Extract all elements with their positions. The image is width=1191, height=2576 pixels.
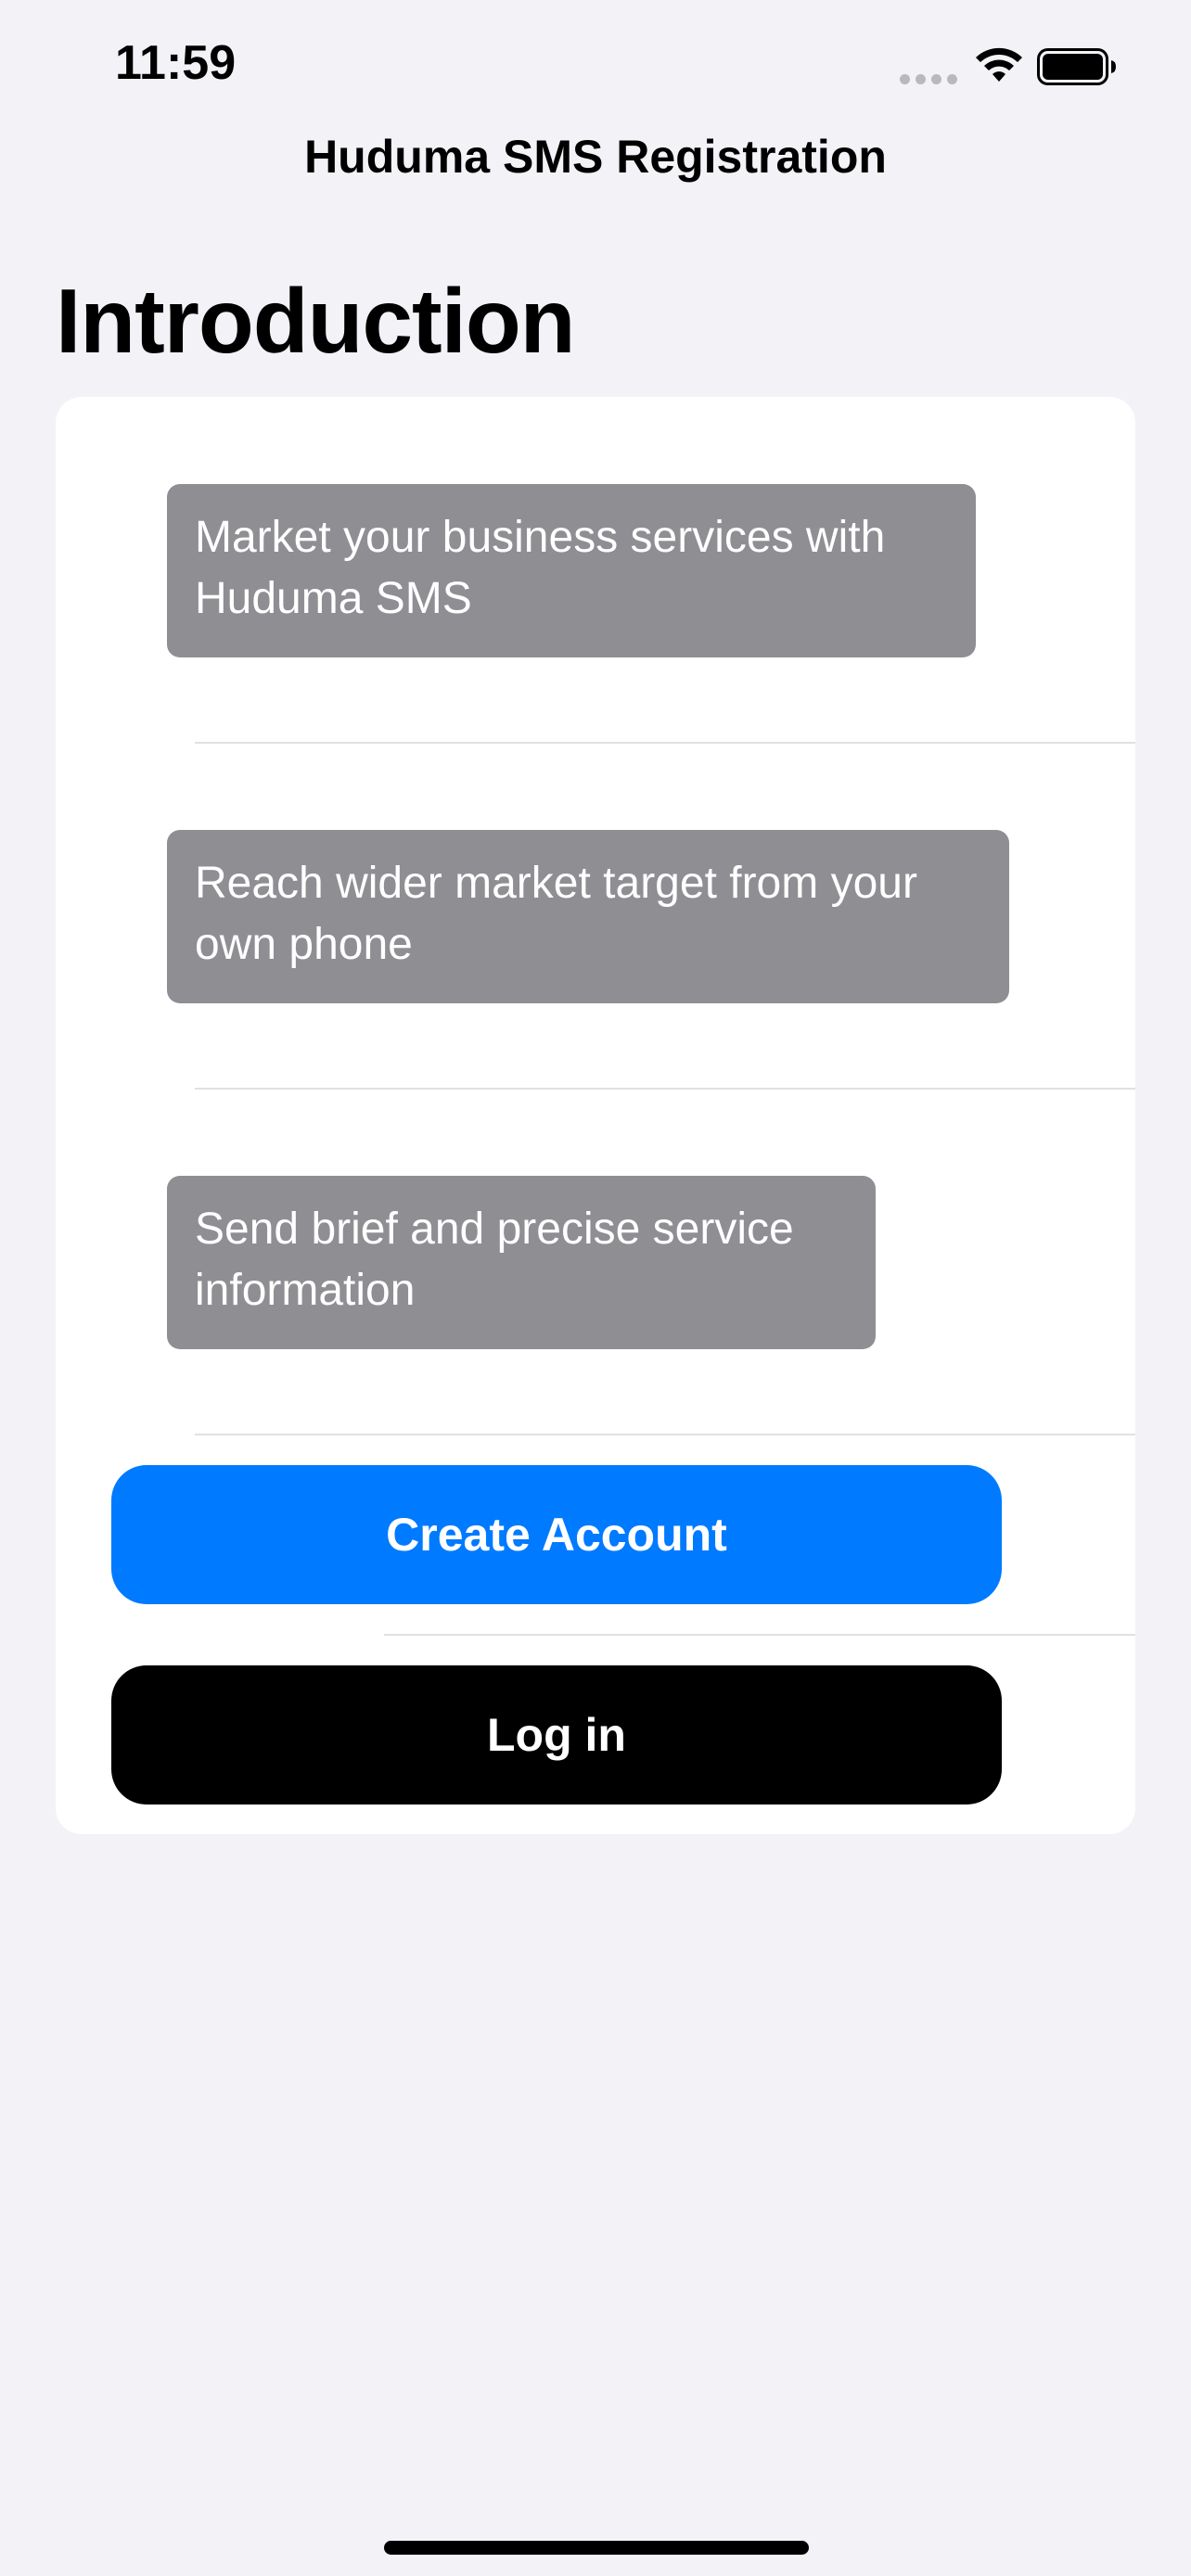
log-in-button[interactable]: Log in <box>111 1665 1002 1804</box>
list-item: Send brief and precise service informati… <box>56 1089 1135 1435</box>
intro-card: Market your business services with Hudum… <box>56 397 1135 1834</box>
nav-title: Huduma SMS Registration <box>304 131 887 183</box>
intro-bubble: Reach wider market target from your own … <box>167 830 1009 1003</box>
list-item: Market your business services with Hudum… <box>56 397 1135 744</box>
create-account-button[interactable]: Create Account <box>111 1465 1002 1604</box>
row-separator <box>195 1434 1135 1435</box>
cellular-signal-icon <box>900 74 957 85</box>
row-separator <box>384 1634 1135 1636</box>
wifi-icon <box>976 47 1022 82</box>
home-indicator[interactable] <box>384 2541 809 2555</box>
battery-icon <box>1037 48 1116 85</box>
intro-bubble: Send brief and precise service informati… <box>167 1176 876 1349</box>
status-time: 11:59 <box>115 36 237 90</box>
list-item: Reach wider market target from your own … <box>56 743 1135 1090</box>
status-bar: 11:59 <box>0 0 1191 139</box>
intro-bubble: Market your business services with Hudum… <box>167 484 976 657</box>
page-title: Introduction <box>56 270 576 372</box>
